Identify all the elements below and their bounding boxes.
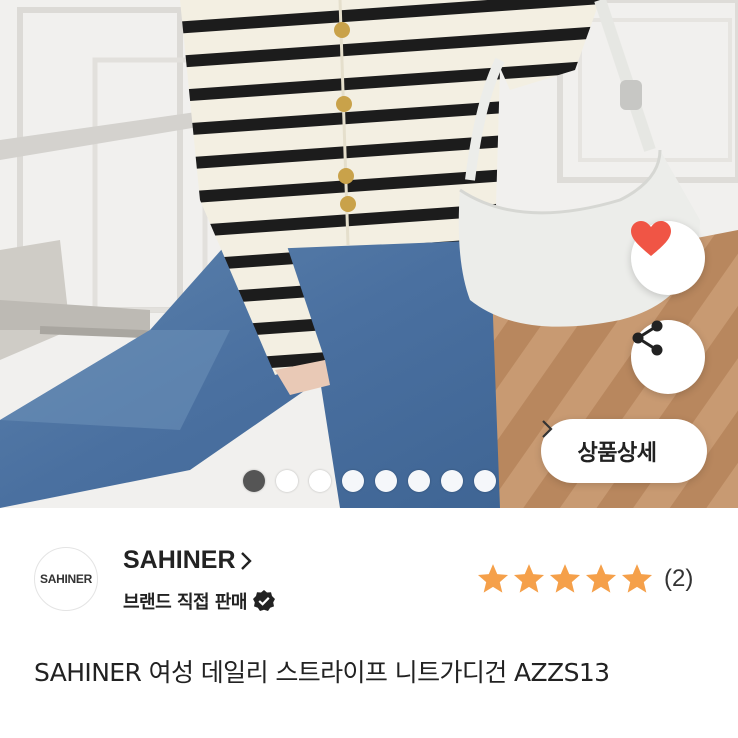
verified-badge-icon [252, 590, 275, 611]
chevron-right-icon [240, 551, 252, 570]
review-count: (2) [664, 565, 694, 592]
carousel-dot[interactable] [342, 470, 364, 492]
carousel-dot-active[interactable] [243, 470, 265, 492]
carousel-dot[interactable] [276, 470, 298, 492]
rating-summary[interactable]: (2) [476, 562, 693, 596]
carousel-indicator [243, 470, 496, 492]
share-button[interactable] [631, 320, 705, 394]
carousel-dot[interactable] [441, 470, 463, 492]
star-icon [477, 564, 509, 593]
direct-sale-label: 브랜드 직접 판매 [123, 592, 247, 613]
star-rating [476, 562, 654, 596]
direct-sale-row: 브랜드 직접 판매 [123, 588, 275, 614]
star-icon [513, 564, 545, 593]
product-image[interactable]: 상품상세 [0, 0, 738, 508]
share-icon [632, 320, 663, 356]
product-detail-label: 상품상세 [577, 440, 657, 465]
seller-name: SAHINER [123, 546, 236, 574]
carousel-dot[interactable] [408, 470, 430, 492]
favorite-button[interactable] [631, 221, 705, 295]
product-detail-button[interactable]: 상품상세 [541, 419, 707, 483]
seller-name-link[interactable]: SAHINER [123, 546, 252, 575]
heart-icon [631, 221, 671, 256]
star-icon [585, 564, 617, 593]
star-icon [549, 564, 581, 593]
product-title: SAHINER 여성 데일리 스트라이프 니트가디건 AZZS13 [34, 658, 610, 687]
seller-logo-text: SAHINER [40, 572, 92, 586]
star-icon [621, 564, 653, 593]
carousel-dot[interactable] [309, 470, 331, 492]
carousel-dot[interactable] [375, 470, 397, 492]
carousel-dot[interactable] [474, 470, 496, 492]
seller-logo[interactable]: SAHINER [34, 547, 98, 611]
